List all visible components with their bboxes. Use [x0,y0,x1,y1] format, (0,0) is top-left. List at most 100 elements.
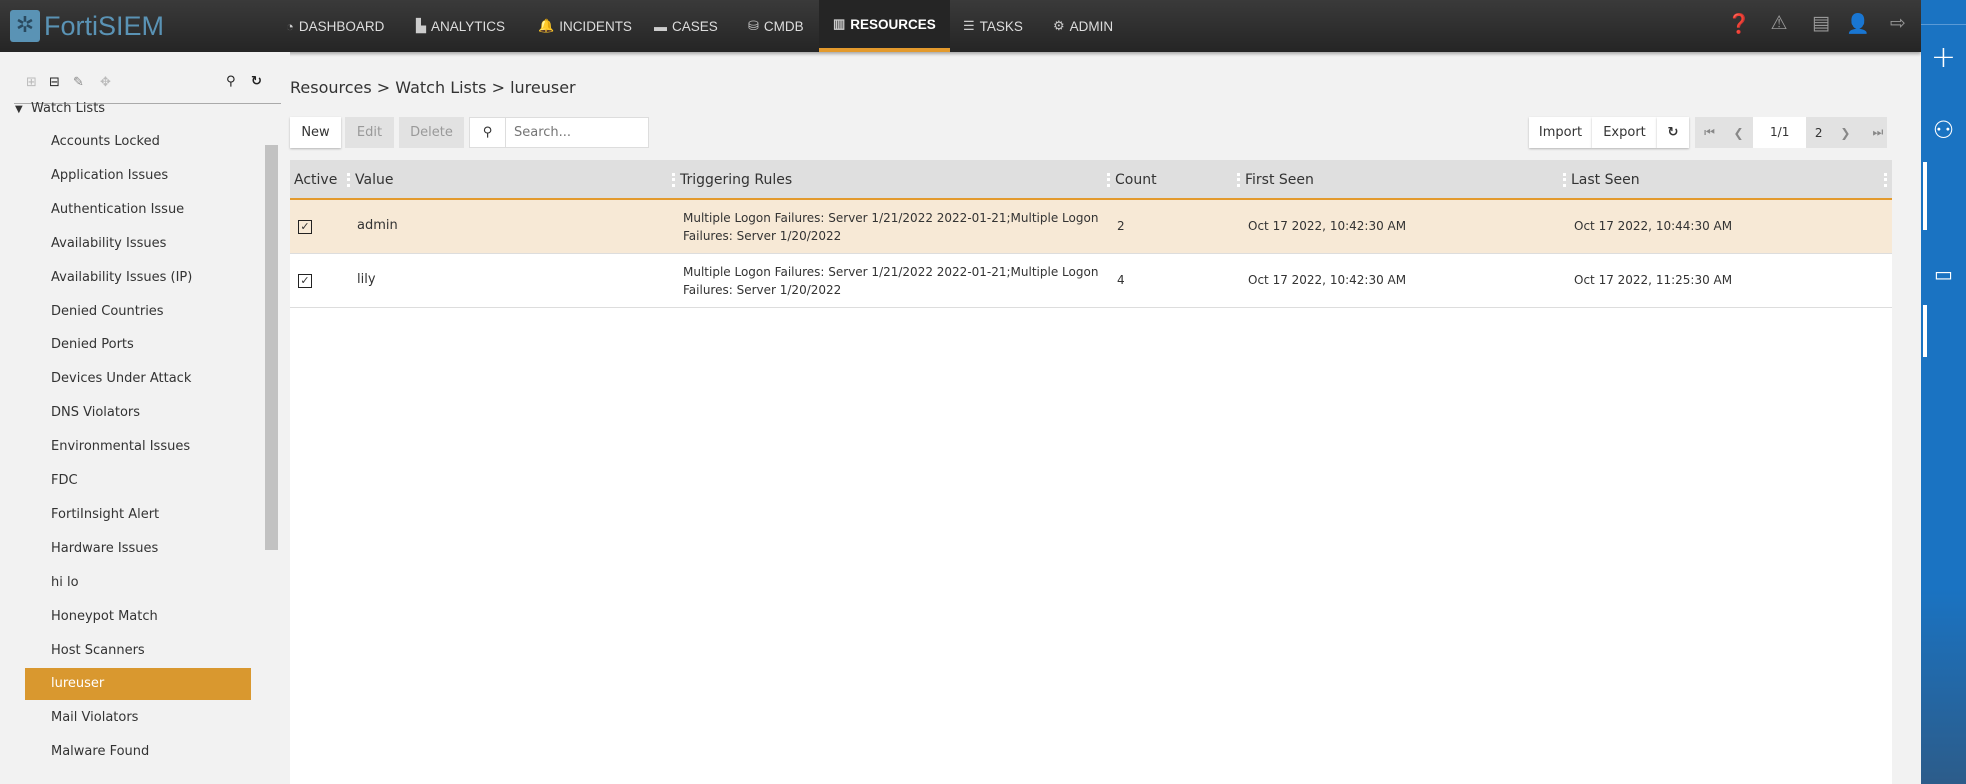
sidebar-item[interactable]: Availability Issues [25,228,251,260]
sidebar-item[interactable]: Denied Ports [25,329,251,361]
move-icon[interactable]: ✥ [100,75,111,90]
sidebar-item[interactable]: Denied Countries [25,296,251,328]
nav-tasks[interactable]: ☰ TASKS [949,0,1037,52]
gears-icon: ⚙ [1053,18,1065,33]
column-header[interactable]: Triggering Rules [680,160,792,200]
column-header[interactable]: Count [1115,160,1157,200]
tree-root-watch-lists[interactable]: ▼ Watch Lists [15,101,105,116]
plus-icon[interactable]: + [1921,40,1966,75]
sidebar-item[interactable]: hi lo [25,567,251,599]
sidebar-item[interactable]: Availability Issues (IP) [25,262,251,294]
bell-icon: 🔔 [538,18,555,33]
sidebar-item[interactable]: Environmental Issues [25,431,251,463]
add-icon[interactable]: ⊞ [26,75,37,90]
archive-icon: ▬ [654,18,667,34]
logo[interactable]: ✲ FortiSIEM [10,8,164,44]
sidebar: ⊞ ⊟ ✎ ✥ ⚲ ↻ ▼ Watch Lists Accounts Locke… [0,52,290,784]
nav-cases[interactable]: ▬ CASES [640,0,732,52]
new-button[interactable]: New [290,117,341,148]
import-button[interactable]: Import [1529,117,1592,148]
sidebar-item[interactable]: Malware Found [25,736,251,768]
top-nav-bar: ✲ FortiSIEM ◔ DASHBOARD ▙ ANALYTICS 🔔 INCIDENT… [0,0,1921,52]
column-resize-handle[interactable] [1884,173,1887,187]
user-icon[interactable]: 👤 [1845,12,1871,35]
column-resize-handle[interactable] [1237,173,1240,187]
rules-cell: Multiple Logon Failures: Server 1/21/202… [683,211,1099,243]
sidebar-item[interactable]: Devices Under Attack [25,363,251,395]
column-resize-handle[interactable] [347,173,350,187]
side-panel: + ⚇ ▭ [1921,0,1966,784]
search-input[interactable] [506,118,646,147]
refresh-button[interactable]: ↻ [1657,117,1689,148]
sidebar-item[interactable]: Accounts Locked [25,126,251,158]
value-cell: lily [357,272,376,287]
delete-button[interactable]: Delete [399,117,464,148]
sidebar-item[interactable]: Host Scanners [25,635,251,667]
table-header: Active Value Triggering Rules Count First Se… [290,160,1892,200]
sidebar-item[interactable]: FDC [25,465,251,497]
prev-page-icon[interactable]: ❮ [1724,126,1753,140]
column-header[interactable]: Value [355,160,393,200]
search-icon[interactable]: ⚲ [470,118,506,147]
search-box: ⚲ [469,117,649,148]
active-checkbox[interactable]: ✓ [298,274,312,288]
table-row[interactable]: ✓ lily Multiple Logon Failures: Server 1… [290,254,1892,308]
sidebar-item[interactable]: Honeypot Match [25,601,251,633]
page-indicator[interactable]: 1/1 [1752,117,1807,148]
chart-icon: ▙ [416,18,426,33]
caret-down-icon: ▼ [15,104,23,115]
column-resize-handle[interactable] [672,173,675,187]
nav-cmdb[interactable]: ⛁ CMDB [734,0,818,52]
logout-icon[interactable]: ⇨ [1885,12,1911,34]
last-seen-cell: Oct 17 2022, 10:44:30 AM [1574,219,1733,233]
sidebar-item[interactable]: Authentication Issue [25,194,251,226]
count-cell: 2 [1117,219,1125,233]
column-header[interactable]: Active [294,160,337,200]
dashboard-icon: ◔ [286,18,294,34]
nav-admin[interactable]: ⚙ ADMIN [1039,0,1127,52]
last-page-icon[interactable]: ⏭ [1869,125,1887,140]
export-button[interactable]: Export [1592,117,1657,148]
nav-dashboard[interactable]: ◔ DASHBOARD [272,0,398,52]
column-header[interactable]: First Seen [1245,160,1314,200]
pager: ⏮ ❮ 1/1 2 ❯ ⏭ [1695,117,1887,148]
column-resize-handle[interactable] [1563,173,1566,187]
help-icon[interactable]: ❓ [1726,12,1752,35]
next-page-icon[interactable]: ❯ [1831,126,1860,140]
nav-analytics[interactable]: ▙ ANALYTICS [402,0,519,52]
edit-button[interactable]: Edit [345,117,394,148]
first-seen-cell: Oct 17 2022, 10:42:30 AM [1248,273,1407,287]
panel-marker [1923,162,1927,230]
page-size[interactable]: 2 [1806,126,1830,140]
nav-incidents[interactable]: 🔔 INCIDENTS [524,0,646,52]
first-seen-cell: Oct 17 2022, 10:42:30 AM [1248,219,1407,233]
bar-chart-icon: ▥ [833,16,846,31]
panel-marker [1923,305,1927,357]
database-icon: ⛁ [748,18,759,33]
sidebar-item[interactable]: Mail Violators [25,702,251,734]
sidebar-item[interactable]: lureuser [25,668,251,701]
warning-icon[interactable]: ⚠ [1766,12,1792,34]
table-row[interactable]: ✓ admin Multiple Logon Failures: Server … [290,200,1892,254]
sidebar-item[interactable]: FortiInsight Alert [25,499,251,531]
remove-icon[interactable]: ⊟ [49,75,60,90]
tasks-icon: ☰ [963,18,975,33]
sidebar-item[interactable]: Application Issues [25,160,251,192]
id-card-icon[interactable]: ▤ [1808,12,1834,34]
breadcrumb: Resources > Watch Lists > lureuser [290,78,576,97]
watch-list-table: Active Value Triggering Rules Count First Se… [290,160,1892,784]
sidebar-item[interactable]: Hardware Issues [25,533,251,565]
folder-icon[interactable]: ▭ [1921,262,1966,286]
sidebar-item[interactable]: DNS Violators [25,397,251,429]
sidebar-scrollbar[interactable] [265,145,278,550]
refresh-icon[interactable]: ↻ [251,74,262,89]
menu-icon[interactable] [1921,0,1966,25]
person-icon[interactable]: ⚇ [1921,116,1966,144]
column-header[interactable]: Last Seen [1571,160,1640,200]
nav-resources[interactable]: ▥ RESOURCES [819,0,950,52]
edit-icon[interactable]: ✎ [73,75,84,90]
first-page-icon[interactable]: ⏮ [1695,125,1724,140]
search-icon[interactable]: ⚲ [226,74,236,89]
column-resize-handle[interactable] [1107,173,1110,187]
active-checkbox[interactable]: ✓ [298,220,312,234]
